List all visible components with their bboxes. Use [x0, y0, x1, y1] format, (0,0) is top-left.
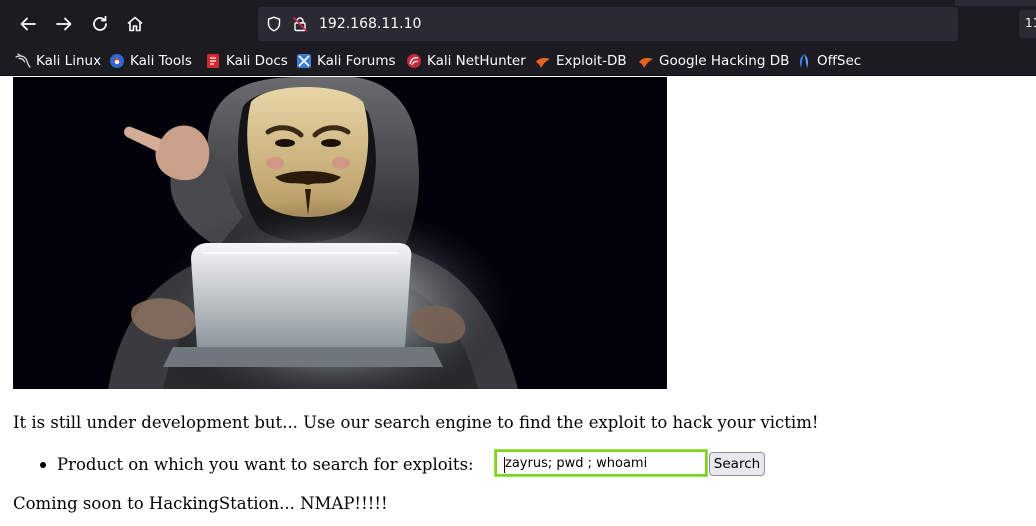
exploit-db-icon [535, 53, 551, 69]
tracking-shield-icon[interactable] [266, 16, 282, 32]
reload-button[interactable] [85, 9, 115, 39]
coming-soon-text: Coming soon to HackingStation... NMAP!!!… [13, 494, 388, 513]
bookmark-label: Kali Linux [36, 53, 102, 69]
side-field-text: 11 [1025, 16, 1036, 30]
bookmark-offsec[interactable]: OffSec [796, 51, 861, 71]
list-item: Product on which you want to search for … [40, 453, 474, 475]
kali-docs-icon [205, 53, 221, 69]
home-icon [127, 16, 143, 32]
exploit-search-input[interactable]: zayrus; pwd ; whoami [494, 449, 708, 477]
bookmark-label: Kali NetHunter [427, 53, 526, 69]
bullet-icon [40, 462, 46, 468]
bookmark-label: Kali Docs [226, 53, 288, 69]
bookmark-label: OffSec [817, 53, 862, 69]
back-button[interactable] [13, 9, 43, 39]
text-caret [504, 457, 505, 473]
back-arrow-icon [20, 17, 36, 31]
bookmark-label: Exploit-DB [556, 53, 627, 69]
forward-button[interactable] [49, 9, 79, 39]
kali-nethunter-icon [406, 53, 422, 69]
address-bar[interactable]: 192.168.11.10 [258, 7, 958, 41]
search-button[interactable]: Search [709, 452, 765, 476]
bookmark-label: Google Hacking DB [659, 53, 790, 69]
bookmark-kali-docs[interactable]: Kali Docs [205, 51, 288, 71]
hacker-image [13, 77, 667, 389]
browser-toolbar: 192.168.11.10 11 [0, 0, 1036, 46]
bookmark-kali-tools[interactable]: Kali Tools [109, 51, 192, 71]
bookmark-exploit-db[interactable]: Exploit-DB [535, 51, 627, 71]
kali-tools-icon [109, 53, 125, 69]
bookmarks-toolbar: Kali Linux Kali Tools Kali Docs Kali For… [0, 46, 1036, 76]
search-label: Product on which you want to search for … [57, 454, 474, 474]
kali-dragon-icon [15, 53, 31, 69]
bookmark-kali-nethunter[interactable]: Kali NetHunter [406, 51, 526, 71]
search-input-value: zayrus; pwd ; whoami [505, 456, 648, 471]
bookmark-label: Kali Forums [317, 53, 396, 69]
offsec-icon [796, 53, 812, 69]
intro-text: It is still under development but... Use… [13, 413, 819, 432]
bookmark-kali-forums[interactable]: Kali Forums [296, 51, 396, 71]
bookmark-kali-linux[interactable]: Kali Linux [15, 51, 101, 71]
reload-icon [93, 15, 107, 31]
page-content: It is still under development but... Use… [0, 77, 1036, 526]
tab-strip-edge [955, 0, 1036, 6]
bookmark-google-hacking-db[interactable]: Google Hacking DB [638, 51, 789, 71]
ghdb-icon [638, 53, 654, 69]
home-button[interactable] [120, 9, 150, 39]
forward-arrow-icon [56, 17, 72, 31]
url-text[interactable]: 192.168.11.10 [319, 15, 421, 33]
bookmark-label: Kali Tools [130, 53, 192, 69]
side-search-field[interactable]: 11 [1019, 10, 1036, 38]
insecure-lock-icon[interactable] [292, 16, 308, 32]
kali-forums-icon [296, 53, 312, 69]
